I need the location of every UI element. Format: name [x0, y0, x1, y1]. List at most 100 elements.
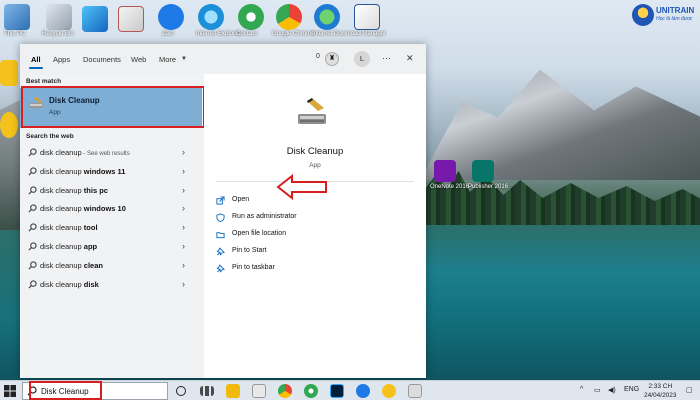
word-icon[interactable] — [354, 4, 380, 30]
chevron-right-icon[interactable]: › — [182, 241, 185, 251]
edge-icon[interactable] — [82, 6, 108, 32]
file-explorer-icon[interactable] — [226, 384, 240, 398]
arrow-left-icon — [276, 174, 327, 200]
notification-icon[interactable]: ▢ — [686, 386, 693, 394]
photoshop-icon[interactable] — [330, 384, 344, 398]
side-app-icon-2[interactable] — [0, 112, 18, 138]
disk-cleanup-large-icon — [298, 98, 326, 124]
ultraviewer-icon[interactable] — [382, 384, 396, 398]
action-pin-to-taskbar-label: Pin to taskbar — [232, 264, 275, 271]
publisher-icon[interactable] — [472, 160, 494, 182]
action-run-as-admin[interactable]: Run as administrator — [216, 211, 406, 225]
volume-icon[interactable]: ◀) — [608, 386, 616, 394]
pin-icon — [216, 247, 225, 256]
desktop-label-ie: Internet Explorer — [196, 31, 241, 37]
office-icon[interactable] — [118, 6, 144, 32]
search-icon — [28, 185, 37, 195]
zalo-icon[interactable] — [158, 4, 184, 30]
download-manager-icon[interactable] — [314, 4, 340, 30]
chevron-right-icon[interactable]: › — [182, 279, 185, 289]
more-options-icon[interactable]: ··· — [382, 53, 391, 63]
folder-icon — [216, 232, 225, 239]
chevron-right-icon[interactable]: › — [182, 185, 185, 195]
side-app-icon[interactable] — [0, 60, 18, 86]
desktop-label-this-pc: This PC — [4, 31, 26, 37]
web-result-item[interactable]: disk cleanup disk › — [20, 276, 204, 295]
desktop-label-recycle-bin: Recycle Bin — [42, 31, 74, 37]
search-web-heading: Search the web — [26, 133, 74, 140]
system-clock[interactable]: 2:33 CH 24/04/2023 — [644, 382, 677, 400]
chevron-right-icon[interactable]: › — [182, 203, 185, 213]
wallpaper-mountain-right — [420, 69, 700, 180]
web-result-text: disk cleanup clean — [40, 260, 103, 270]
web-result-item[interactable]: disk cleanup windows 11 › — [20, 163, 204, 182]
wallpaper-lake — [425, 225, 700, 380]
action-open-file-location-label: Open file location — [232, 230, 287, 237]
tray-expand-icon[interactable]: ^ — [580, 386, 583, 393]
coccoc-icon[interactable] — [238, 4, 264, 30]
action-pin-to-start-label: Pin to Start — [232, 247, 267, 254]
web-result-text: disk cleanup this pc — [40, 185, 108, 195]
chevron-right-icon[interactable]: › — [182, 222, 185, 232]
internet-explorer-icon[interactable] — [198, 4, 224, 30]
desktop-label-chrome: Google Chrome — [272, 31, 315, 37]
web-result-item[interactable]: disk cleanup windows 10 › — [20, 200, 204, 219]
tab-web[interactable]: Web — [131, 55, 146, 64]
wallpaper-lake-left — [0, 230, 20, 380]
best-match-highlight-box — [21, 86, 205, 128]
web-result-item[interactable]: disk cleanup app › — [20, 238, 204, 257]
task-view-icon[interactable] — [200, 386, 214, 396]
tab-apps[interactable]: Apps — [53, 55, 70, 64]
trophy-icon[interactable]: ♜ — [325, 52, 339, 66]
coccoc-taskbar-icon[interactable] — [304, 384, 318, 398]
desktop-label-onenote: OneNote 2016 — [430, 184, 470, 190]
chevron-right-icon[interactable]: › — [182, 166, 185, 176]
close-icon[interactable]: ✕ — [406, 53, 414, 64]
store-icon[interactable] — [252, 384, 266, 398]
search-icon — [28, 148, 37, 157]
search-icon — [28, 223, 37, 232]
start-search-panel: All Apps Documents Web More ▼ 0 ♜ L ··· … — [20, 44, 426, 378]
web-results-list: disk cleanup - See web results › disk cl… — [20, 144, 204, 294]
recycle-bin-icon[interactable] — [46, 4, 72, 30]
web-result-item[interactable]: disk cleanup - See web results › — [20, 144, 204, 163]
action-pin-to-taskbar[interactable]: Pin to taskbar — [216, 262, 406, 276]
chrome-taskbar-icon[interactable] — [278, 384, 292, 398]
web-result-text: disk cleanup windows 10 — [40, 204, 126, 214]
tab-all[interactable]: All — [31, 55, 41, 64]
user-avatar[interactable]: L — [354, 51, 370, 67]
web-result-item[interactable]: disk cleanup clean › — [20, 257, 204, 276]
web-result-item[interactable]: disk cleanup this pc › — [20, 182, 204, 201]
web-result-item[interactable]: disk cleanup tool › — [20, 219, 204, 238]
search-icon — [28, 242, 37, 251]
tab-documents[interactable]: Documents — [83, 55, 121, 64]
search-icon — [28, 204, 37, 213]
tab-more[interactable]: More — [159, 55, 176, 64]
web-result-text: disk cleanup tool — [40, 223, 98, 233]
chrome-icon[interactable] — [276, 4, 302, 30]
chevron-right-icon[interactable]: › — [182, 147, 185, 157]
network-icon[interactable]: ▭ — [594, 386, 601, 394]
desktop-label-coccoc: CocCoc — [236, 31, 258, 37]
logo-tagline: Học là làm được — [656, 16, 693, 22]
chevron-down-icon[interactable]: ▼ — [181, 56, 187, 62]
onenote-icon[interactable] — [434, 160, 456, 182]
clock-date: 24/04/2023 — [644, 392, 677, 399]
cortana-icon[interactable] — [176, 386, 186, 396]
active-tab-indicator — [29, 67, 43, 69]
web-result-text: disk cleanup app — [40, 241, 98, 251]
zalo-taskbar-icon[interactable] — [356, 384, 370, 398]
pin-icon — [216, 264, 225, 273]
chevron-right-icon[interactable]: › — [182, 260, 185, 270]
logo-mark-icon — [632, 4, 654, 26]
search-icon — [28, 279, 37, 289]
taskbar: ^ ▭ ◀) ENG 2:33 CH 24/04/2023 ▢ — [0, 380, 700, 400]
language-indicator[interactable]: ENG — [624, 386, 639, 393]
search-icon — [28, 261, 37, 270]
web-result-text: disk cleanup - See web results — [40, 148, 130, 157]
action-pin-to-start[interactable]: Pin to Start — [216, 245, 406, 259]
windows-start-icon[interactable] — [4, 385, 16, 397]
paint-icon[interactable] — [408, 384, 422, 398]
this-pc-icon[interactable] — [4, 4, 30, 30]
action-open-file-location[interactable]: Open file location — [216, 228, 406, 242]
